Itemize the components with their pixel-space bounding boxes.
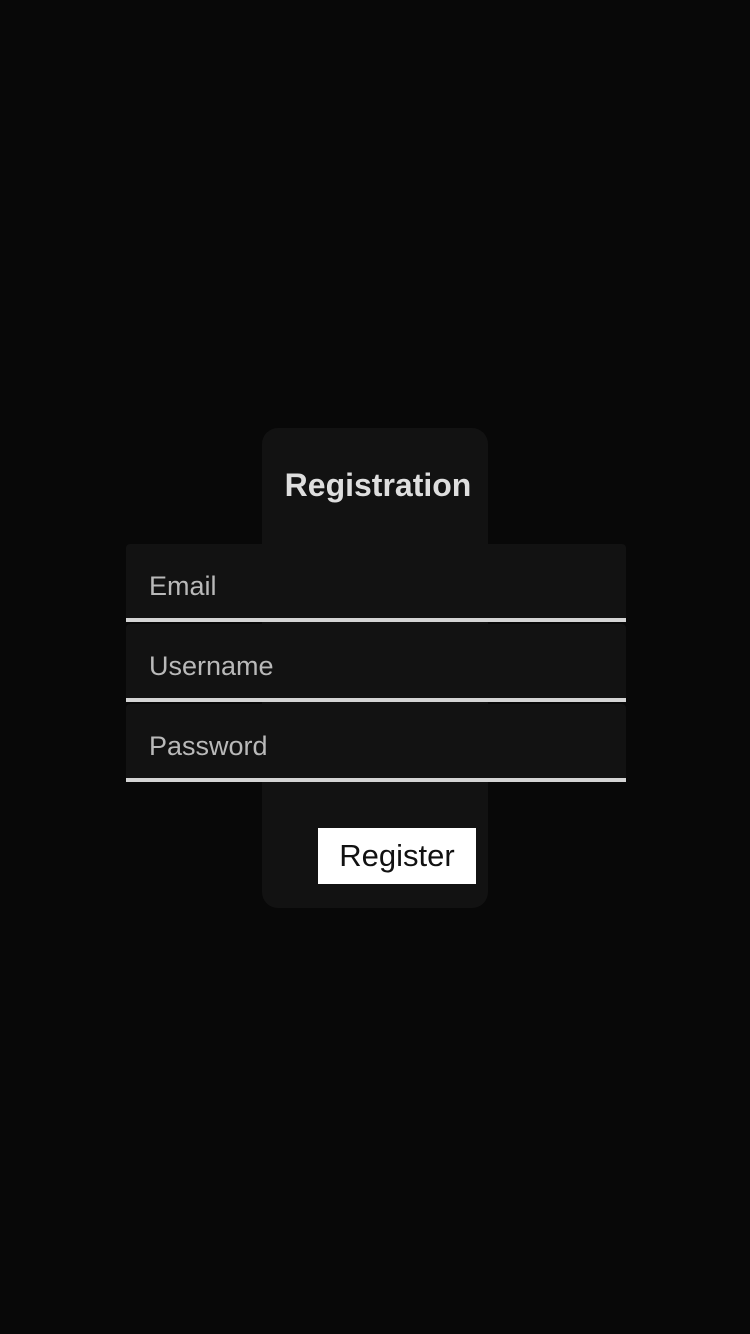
email-field[interactable] [126,544,626,618]
form-title: Registration [284,467,472,503]
email-field-container [126,544,626,622]
password-field-container [126,704,626,782]
password-field[interactable] [126,704,626,778]
username-field-container [126,624,626,702]
register-button[interactable]: Register [318,828,476,884]
username-field[interactable] [126,624,626,698]
